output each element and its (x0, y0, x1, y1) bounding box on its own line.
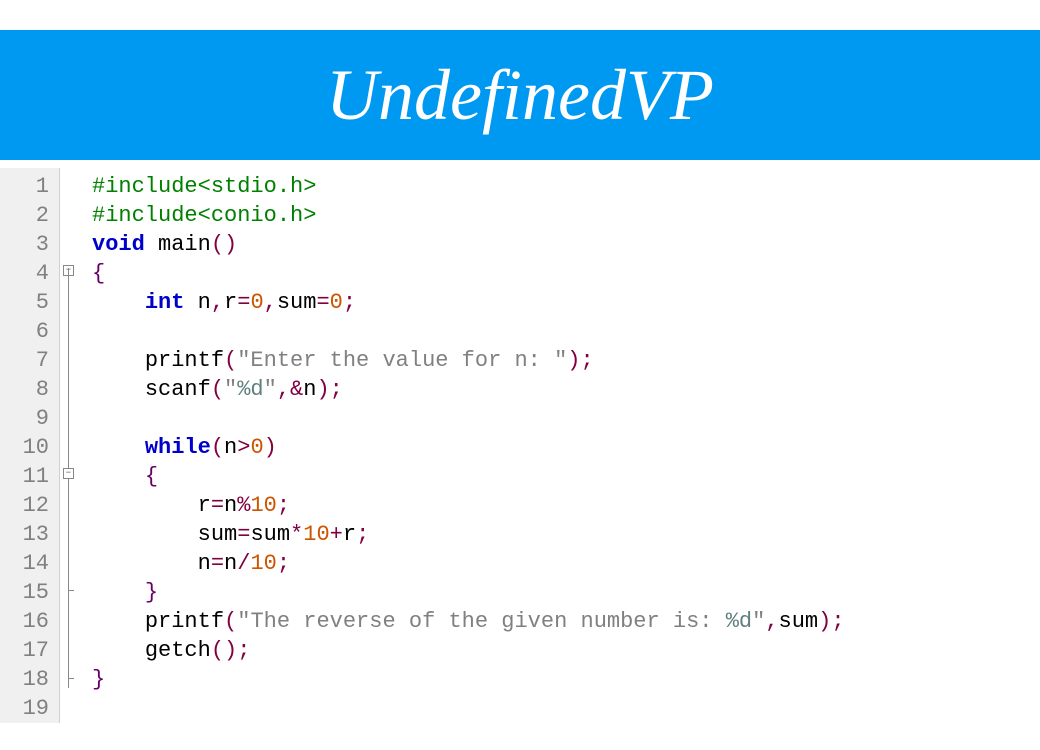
code-line (92, 317, 845, 346)
line-number: 11 (0, 462, 49, 491)
code-line: { (92, 462, 845, 491)
line-number-gutter: 1 2 3 4 5 6 7 8 9 10 11 12 13 14 15 16 1… (0, 168, 60, 723)
code-line: #include<stdio.h> (92, 172, 845, 201)
code-line: n=n/10; (92, 549, 845, 578)
line-number: 9 (0, 404, 49, 433)
line-number: 5 (0, 288, 49, 317)
fold-gutter: − − (60, 168, 80, 723)
code-line: int n,r=0,sum=0; (92, 288, 845, 317)
code-line: while(n>0) (92, 433, 845, 462)
line-number: 18 (0, 665, 49, 694)
code-line: sum=sum*10+r; (92, 520, 845, 549)
line-number: 17 (0, 636, 49, 665)
code-line: r=n%10; (92, 491, 845, 520)
code-line: getch(); (92, 636, 845, 665)
line-number: 6 (0, 317, 49, 346)
code-line: #include<conio.h> (92, 201, 845, 230)
line-number: 13 (0, 520, 49, 549)
header-banner: UndefinedVP (0, 30, 1040, 160)
fold-toggle-icon[interactable]: − (63, 468, 74, 479)
code-area[interactable]: #include<stdio.h> #include<conio.h> void… (80, 168, 845, 723)
line-number: 4 (0, 259, 49, 288)
line-number: 2 (0, 201, 49, 230)
code-line (92, 694, 845, 723)
code-line: scanf("%d",&n); (92, 375, 845, 404)
code-line: printf("The reverse of the given number … (92, 607, 845, 636)
line-number: 7 (0, 346, 49, 375)
line-number: 3 (0, 230, 49, 259)
code-line (92, 404, 845, 433)
line-number: 16 (0, 607, 49, 636)
line-number: 10 (0, 433, 49, 462)
line-number: 1 (0, 172, 49, 201)
code-line: printf("Enter the value for n: "); (92, 346, 845, 375)
code-line: { (92, 259, 845, 288)
line-number: 14 (0, 549, 49, 578)
line-number: 15 (0, 578, 49, 607)
code-line: } (92, 665, 845, 694)
line-number: 8 (0, 375, 49, 404)
line-number: 19 (0, 694, 49, 723)
line-number: 12 (0, 491, 49, 520)
code-editor: 1 2 3 4 5 6 7 8 9 10 11 12 13 14 15 16 1… (0, 168, 1040, 723)
code-line: void main() (92, 230, 845, 259)
header-title: UndefinedVP (326, 54, 714, 137)
code-line: } (92, 578, 845, 607)
